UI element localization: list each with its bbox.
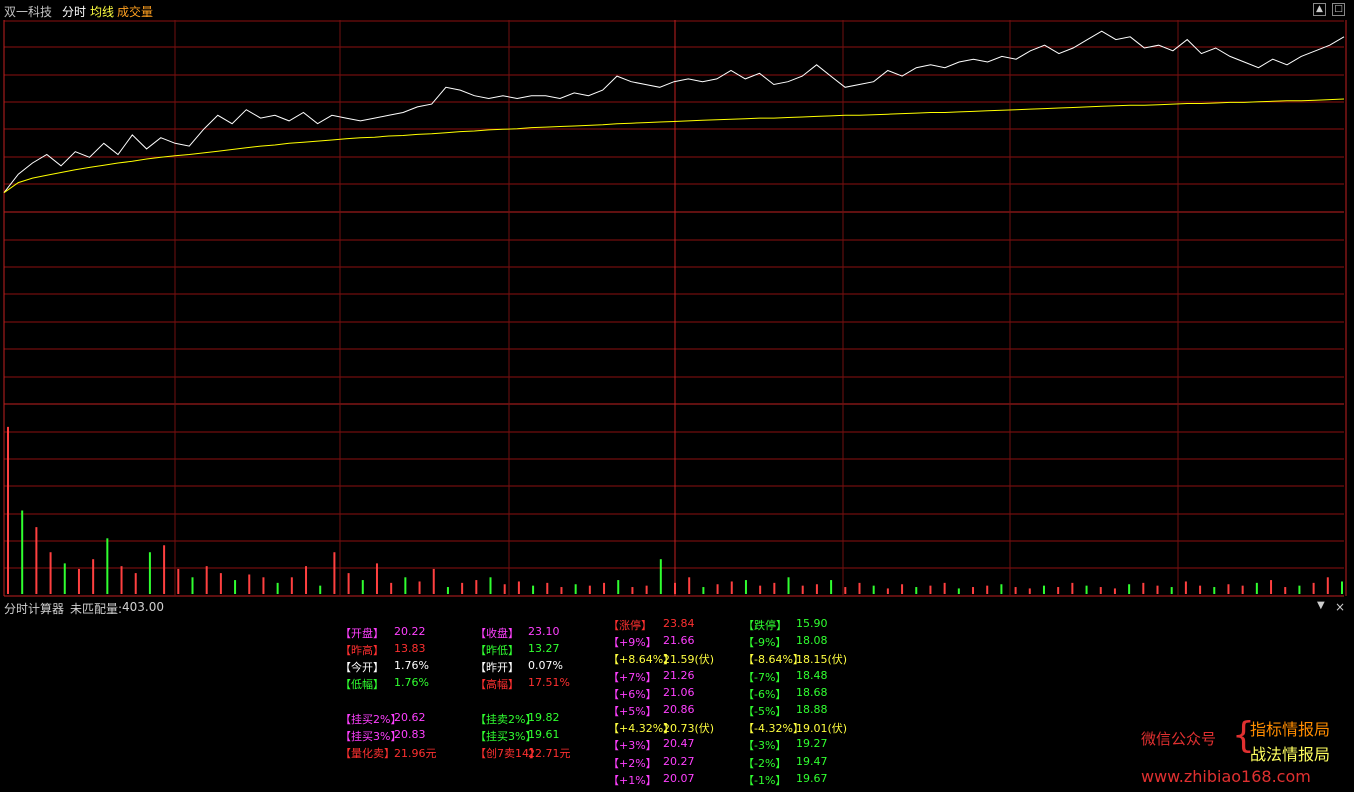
tab-timeshare[interactable]: 分时 [62,3,86,20]
calc-label: 【-9%】 [743,636,787,650]
calc-label: 【+1%】 [608,773,657,787]
calc-label: 【-8.64%】 [743,653,804,667]
calc-value: 20.62 [394,711,426,724]
calc-value: 20.27 [663,754,695,768]
calc-value: 19.27 [796,737,828,751]
calc-label: 【-2%】 [743,756,787,770]
calc-label: 【今开】 [340,661,384,674]
calc-value: 18.15(伏) [796,653,848,667]
calc-label: 【+7%】 [608,670,657,684]
calc-value: 20.86 [663,703,695,716]
calc-value: 23.84 [663,617,695,630]
tab-volume[interactable]: 成交量 [117,3,153,20]
chart-grid [3,20,1347,597]
calc-label: 【+6%】 [608,687,657,701]
calc-label: 【昨高】 [340,644,384,657]
calculator-title: 分时计算器 [4,602,65,616]
calc-label: 【涨停】 [608,619,652,632]
calc-label: 【-1%】 [743,773,787,787]
arrow-up-icon[interactable]: ▲ [1313,3,1326,16]
calc-value: 20.07 [663,771,695,785]
calc-label: 【挂买2%】 [340,713,402,726]
calc-value: 21.66 [663,634,695,648]
calc-value: 21.59(伏) [663,653,715,667]
calc-label: 【-5%】 [743,705,787,718]
tab-avgline[interactable]: 均线 [90,3,114,20]
calc-value: 20.83 [394,728,426,741]
calc-value: 0.07% [528,659,563,672]
calc-value: 13.83 [394,642,426,655]
calc-label: 【-7%】 [743,670,787,684]
calc-value: 17.51% [528,676,570,689]
calc-value: 21.96元 [394,747,437,760]
calc-value: 20.47 [663,737,695,751]
watermark-brand1: 指标情报局 [1250,720,1331,739]
calc-value: 22.71元 [528,747,571,760]
calculator-header: 分时计算器 未匹配量: 403.00 ▼ × [0,598,1354,616]
calc-label: 【收盘】 [475,627,519,640]
maximize-icon[interactable]: □ [1332,3,1345,16]
calc-label: 【挂买3%】 [340,730,402,743]
intraday-chart[interactable] [0,0,1354,598]
calc-value: 18.88 [796,703,828,716]
watermark-brand2: 战法情报局 [1250,745,1331,764]
dropdown-icon[interactable]: ▼ [1317,600,1325,611]
watermark-url: www.zhibiao168.com [1141,767,1311,786]
calc-value: 20.73(伏) [663,722,715,736]
calc-label: 【跌停】 [743,619,787,632]
calc-value: 18.08 [796,634,828,648]
calc-label: 【低幅】 [340,678,384,691]
calc-value: 15.90 [796,617,828,630]
calc-value: 19.01(伏) [796,722,848,736]
chart-header: 双一科技 分时 均线 成交量 ▲ □ [0,0,1354,20]
calc-label: 【+5%】 [608,705,657,718]
calc-value: 19.61 [528,728,560,741]
calc-value: 1.76% [394,676,429,689]
average-price-line [3,98,1345,194]
calc-label: 【昨低】 [475,644,519,657]
calc-label: 【+9%】 [608,636,657,650]
calc-label: 【高幅】 [475,678,519,691]
calc-value: 13.27 [528,642,560,655]
calc-label: 【开盘】 [340,627,384,640]
calc-value: 19.67 [796,771,828,785]
calc-label: 【量化卖】 [340,747,395,760]
calc-label: 【昨开】 [475,661,519,674]
calc-value: 20.22 [394,625,426,638]
calc-value: 19.82 [528,711,560,724]
calc-value: 21.26 [663,668,695,682]
calc-value: 21.06 [663,685,695,699]
calc-value: 18.48 [796,668,828,682]
calc-value: 18.68 [796,685,828,699]
calc-label: 【+3%】 [608,739,657,753]
price-line [3,30,1345,194]
calc-label: 【+2%】 [608,756,657,770]
calc-value: 19.47 [796,754,828,768]
unmatched-value: 403.00 [122,600,164,614]
calc-value: 23.10 [528,625,560,638]
close-icon[interactable]: × [1335,600,1345,614]
watermark-wechat: 微信公众号 [1141,730,1217,748]
calc-value: 1.76% [394,659,429,672]
unmatched-label: 未匹配量: [70,602,123,616]
calc-label: 【-3%】 [743,739,787,753]
calc-label: 【-6%】 [743,687,787,701]
calc-label: 【-4.32%】 [743,722,804,736]
stock-name: 双一科技 [4,5,53,19]
